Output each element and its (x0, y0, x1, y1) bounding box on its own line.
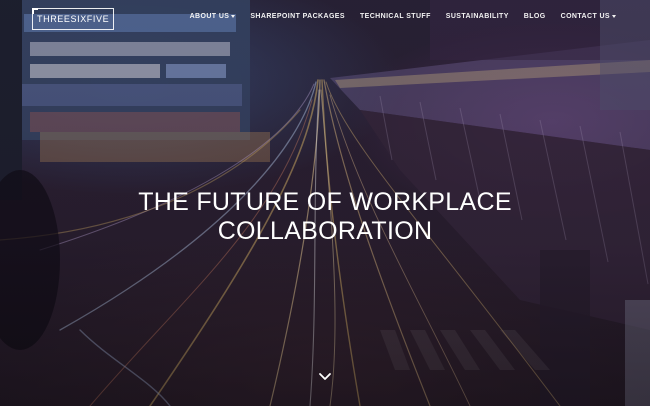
nav-item-blog[interactable]: BLOG (524, 13, 546, 20)
navbar: THREESIXFIVE ABOUT US SHAREPOINT PACKAGE… (0, 0, 650, 36)
nav-item-sustainability[interactable]: SUSTAINABILITY (446, 13, 509, 20)
nav-item-label: CONTACT US (560, 13, 610, 20)
nav-item-contact-us[interactable]: CONTACT US (561, 13, 616, 20)
nav-item-sharepoint-packages[interactable]: SHAREPOINT PACKAGES (250, 13, 345, 20)
nav-item-technical-stuff[interactable]: TECHNICAL STUFF (360, 13, 431, 20)
nav-item-label: SUSTAINABILITY (445, 13, 509, 20)
logo-corner-mark (32, 8, 38, 14)
main-nav: ABOUT US SHAREPOINT PACKAGES TECHNICAL S… (175, 13, 616, 20)
hero-section: THREESIXFIVE ABOUT US SHAREPOINT PACKAGE… (0, 0, 650, 406)
brand-logo-text: THREESIXFIVE (37, 14, 110, 24)
scroll-down-button[interactable] (317, 370, 333, 382)
nav-item-label: ABOUT US (189, 13, 230, 20)
nav-item-label: SHAREPOINT PACKAGES (250, 13, 345, 20)
caret-down-icon (612, 15, 616, 18)
hero-headline-line-1: THE FUTURE OF WORKPLACE (138, 188, 512, 216)
brand-logo[interactable]: THREESIXFIVE (32, 8, 115, 30)
chevron-down-icon (319, 373, 331, 380)
caret-down-icon (231, 15, 236, 18)
nav-item-label: BLOG (523, 13, 546, 20)
nav-item-label: TECHNICAL STUFF (359, 13, 431, 20)
hero-headline: THE FUTURE OF WORKPLACE COLLABORATION (0, 188, 650, 246)
nav-item-about-us[interactable]: ABOUT US (190, 13, 236, 20)
hero-headline-line-2: COLLABORATION (217, 217, 433, 245)
